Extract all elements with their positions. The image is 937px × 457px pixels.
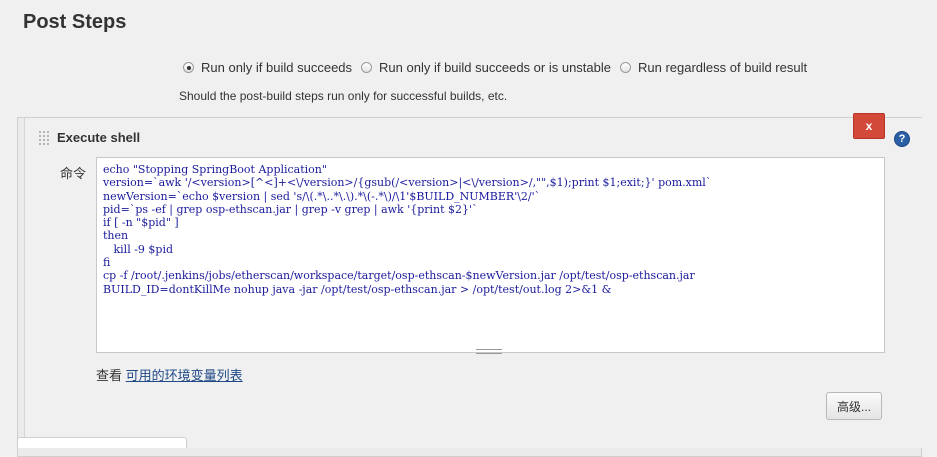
delete-step-button[interactable]: x bbox=[853, 113, 885, 139]
radio-label: Run only if build succeeds bbox=[201, 60, 353, 75]
drag-handle-icon[interactable] bbox=[38, 130, 50, 146]
section-title: Post Steps bbox=[23, 11, 127, 33]
help-icon[interactable]: ? bbox=[894, 131, 910, 147]
radio-run-if-unstable[interactable]: Run only if build succeeds or is unstabl… bbox=[361, 60, 611, 75]
advanced-button[interactable]: 高级... bbox=[826, 392, 882, 420]
next-panel-edge bbox=[17, 437, 187, 448]
run-condition-help-text: Should the post-build steps run only for… bbox=[179, 89, 508, 103]
command-label: 命令 bbox=[60, 166, 87, 181]
radio-label: Run regardless of build result bbox=[638, 60, 808, 75]
command-text[interactable]: echo "Stopping SpringBoot Application" v… bbox=[103, 163, 711, 296]
radio-button-checked[interactable] bbox=[183, 62, 194, 73]
radio-run-regardless[interactable]: Run regardless of build result bbox=[620, 60, 807, 75]
textarea-resize-handle[interactable] bbox=[96, 348, 885, 354]
step-title: Execute shell bbox=[57, 130, 141, 145]
radio-label: Run only if build succeeds or is unstabl… bbox=[379, 60, 611, 75]
radio-run-if-succeeds[interactable]: Run only if build succeeds bbox=[183, 60, 352, 75]
env-vars-link[interactable]: 可用的环境变量列表 bbox=[126, 368, 243, 383]
radio-button[interactable] bbox=[361, 62, 373, 73]
radio-button[interactable] bbox=[620, 62, 631, 73]
env-vars-row: 查看 可用的环境变量列表 bbox=[96, 365, 243, 384]
command-textarea[interactable]: echo "Stopping SpringBoot Application" v… bbox=[96, 157, 885, 353]
env-vars-prefix: 查看 bbox=[96, 368, 126, 383]
run-condition-group: Run only if build succeeds Run only if b… bbox=[183, 60, 816, 75]
